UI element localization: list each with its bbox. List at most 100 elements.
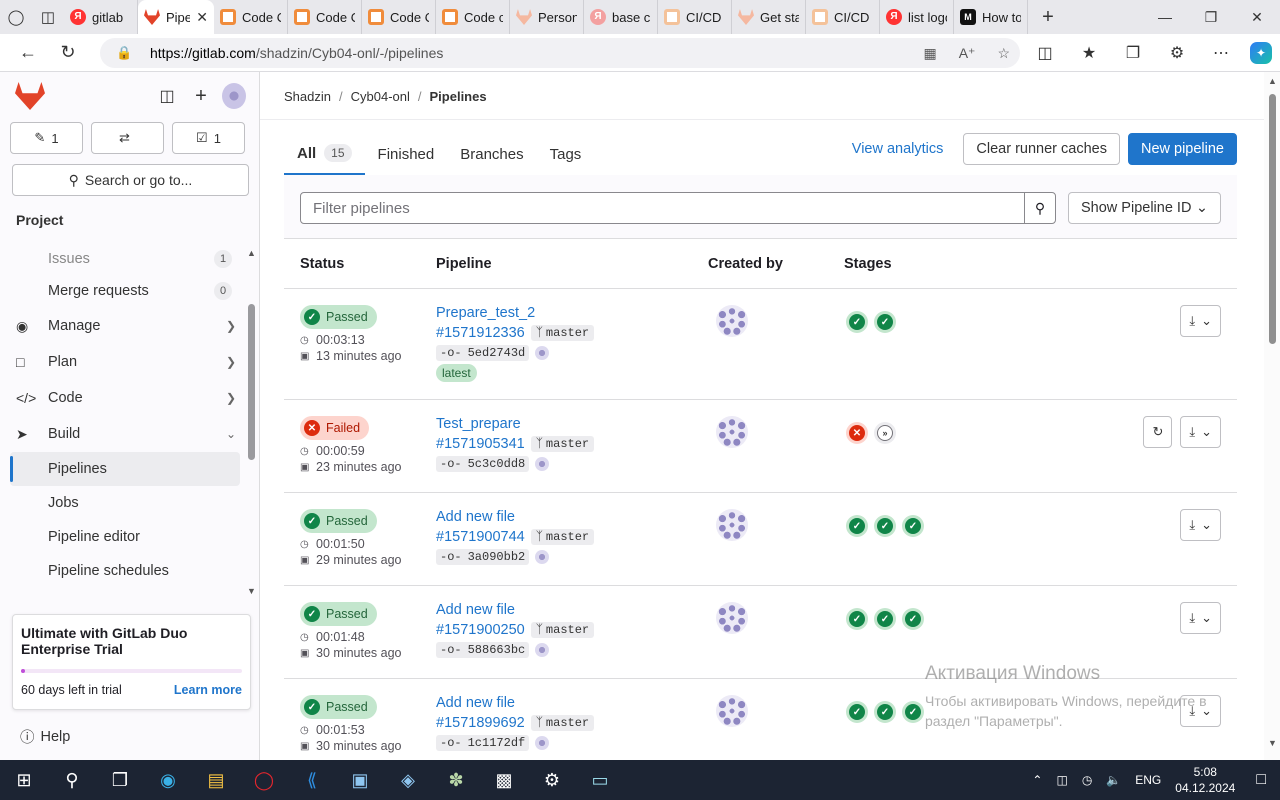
retry-button[interactable]: ↻ — [1143, 416, 1173, 448]
stage-success-icon[interactable]: ✓ — [874, 608, 896, 630]
download-artifacts-dropdown[interactable]: ⤓ ⌄ — [1180, 416, 1221, 448]
app-icon[interactable]: ▦ — [923, 45, 936, 62]
status-badge[interactable]: ✓ Passed — [300, 305, 377, 329]
language-indicator[interactable]: ENG — [1128, 773, 1168, 787]
network-icon[interactable]: ◫ — [1049, 773, 1074, 787]
tab-actions-icon[interactable]: ◫ — [32, 0, 64, 34]
more-menu-icon[interactable]: ⋯ — [1206, 38, 1236, 68]
browser-tab[interactable]: M How to — [954, 0, 1028, 34]
branch-badge[interactable]: ᛉ master — [530, 436, 595, 452]
browser-tab[interactable]: Code O — [288, 0, 362, 34]
browser-tab[interactable]: Code co — [436, 0, 510, 34]
filter-pipelines-input[interactable]: Filter pipelines — [300, 192, 1025, 224]
branch-badge[interactable]: ᛉ master — [530, 325, 595, 341]
pipeline-id-link[interactable]: #1571912336 — [436, 325, 525, 341]
commit-sha[interactable]: -o- 1c1172df — [436, 735, 530, 751]
commit-author-avatar[interactable] — [535, 457, 550, 471]
scrollbar-thumb[interactable] — [248, 304, 255, 460]
scroll-up-icon[interactable]: ▲ — [247, 248, 256, 258]
stage-success-icon[interactable]: ✓ — [902, 608, 924, 630]
scroll-down-icon[interactable]: ▼ — [1268, 738, 1277, 748]
show-pipeline-id-dropdown[interactable]: Show Pipeline ID ⌄ — [1068, 192, 1221, 224]
stage-success-icon[interactable]: ✓ — [846, 311, 868, 333]
new-tab-button[interactable]: + — [1028, 0, 1068, 34]
profile-icon[interactable]: ◯ — [0, 0, 32, 34]
sidebar-item-build[interactable]: ➤ Build ⌄ — [0, 416, 248, 452]
issues-count-button[interactable]: ✎ 1 — [10, 122, 83, 154]
app-icon[interactable]: ✽ — [432, 760, 480, 800]
branch-badge[interactable]: ᛉ master — [530, 715, 595, 731]
browser-tab[interactable]: CI/CD Y — [806, 0, 880, 34]
status-badge[interactable]: ✕ Failed — [300, 416, 370, 440]
commit-author-avatar[interactable] — [535, 550, 550, 564]
creator-avatar[interactable] — [716, 509, 748, 541]
commit-sha[interactable]: -o- 5ed2743d — [436, 345, 530, 361]
sidebar-item-pipeline-schedules[interactable]: Pipeline schedules — [0, 554, 248, 588]
notes-app-icon[interactable]: ▭ — [576, 760, 624, 800]
download-artifacts-dropdown[interactable]: ⤓ ⌄ — [1180, 602, 1221, 634]
browser-tab[interactable]: Яbase ci — [584, 0, 658, 34]
stage-success-icon[interactable]: ✓ — [874, 515, 896, 537]
commit-author-avatar[interactable] — [535, 643, 550, 657]
stage-success-icon[interactable]: ✓ — [902, 701, 924, 723]
status-badge[interactable]: ✓ Passed — [300, 509, 377, 533]
stage-success-icon[interactable]: ✓ — [874, 311, 896, 333]
restore-icon[interactable]: ❐ — [1188, 0, 1234, 34]
stage-success-icon[interactable]: ✓ — [846, 608, 868, 630]
sidebar-item-merge-requests[interactable]: Merge requests 0 — [0, 274, 248, 308]
scroll-up-icon[interactable]: ▲ — [1268, 76, 1277, 86]
pipeline-name-link[interactable]: Add new file — [436, 509, 515, 525]
learn-more-link[interactable]: Learn more — [174, 683, 242, 697]
close-tab-icon[interactable]: ✕ — [196, 9, 208, 26]
pipeline-id-link[interactable]: #1571899692 — [436, 715, 525, 731]
stage-failed-icon[interactable]: ✕ — [846, 422, 868, 444]
sidebar-item-code[interactable]: </> Code ❯ — [0, 380, 248, 416]
favorites-icon[interactable]: ★ — [1074, 38, 1104, 68]
clear-runner-caches-button[interactable]: Clear runner caches — [963, 133, 1120, 165]
extensions-icon[interactable]: ⚙ — [1162, 38, 1192, 68]
favorite-star-icon[interactable]: ☆ — [997, 45, 1010, 62]
commit-sha[interactable]: -o- 5c3c0dd8 — [436, 456, 530, 472]
search-button[interactable]: ⚲ — [1024, 192, 1056, 224]
breadcrumb-current[interactable]: Pipelines — [430, 89, 487, 104]
breadcrumb-link[interactable]: Shadzin — [284, 89, 331, 104]
tab-finished[interactable]: Finished — [365, 133, 448, 175]
stage-success-icon[interactable]: ✓ — [902, 515, 924, 537]
chevron-up-icon[interactable]: ⌃ — [1025, 773, 1049, 787]
terminal-icon[interactable]: ▩ — [480, 760, 528, 800]
todos-count-button[interactable]: ☑ 1 — [172, 122, 245, 154]
pipeline-id-link[interactable]: #1571905341 — [436, 436, 525, 452]
download-artifacts-dropdown[interactable]: ⤓ ⌄ — [1180, 305, 1221, 337]
sidebar-item-plan[interactable]: □ Plan ❯ — [0, 344, 248, 380]
pipeline-name-link[interactable]: Add new file — [436, 695, 515, 711]
commit-sha[interactable]: -o- 3a090bb2 — [436, 549, 530, 565]
read-aloud-icon[interactable]: A⁺ — [959, 45, 976, 62]
download-artifacts-dropdown[interactable]: ⤓ ⌄ — [1180, 509, 1221, 541]
pipeline-id-link[interactable]: #1571900250 — [436, 622, 525, 638]
search-icon[interactable]: ⚲ — [48, 760, 96, 800]
create-new-icon[interactable]: + — [189, 84, 213, 108]
tab-branches[interactable]: Branches — [447, 133, 536, 175]
sidebar-item-pipelines[interactable]: Pipelines — [10, 452, 240, 486]
virtualbox-icon[interactable]: ◈ — [384, 760, 432, 800]
pipeline-name-link[interactable]: Prepare_test_2 — [436, 305, 535, 321]
commit-sha[interactable]: -o- 588663bc — [436, 642, 530, 658]
collections-icon[interactable]: ❐ — [1118, 38, 1148, 68]
browser-tab[interactable]: CI/CD Y — [658, 0, 732, 34]
sidebar-item-issues[interactable]: Issues 1 — [0, 244, 248, 274]
stage-success-icon[interactable]: ✓ — [846, 701, 868, 723]
vscode-icon[interactable]: ⟪ — [288, 760, 336, 800]
creator-avatar[interactable] — [716, 416, 748, 448]
scroll-down-icon[interactable]: ▼ — [247, 586, 256, 596]
commit-author-avatar[interactable] — [535, 346, 550, 360]
refresh-icon[interactable]: ↻ — [48, 34, 88, 72]
creator-avatar[interactable] — [716, 695, 748, 727]
stage-success-icon[interactable]: ✓ — [874, 701, 896, 723]
sidebar-scrollbar[interactable]: ▲ ▼ — [246, 244, 258, 596]
image-viewer-icon[interactable]: ▣ — [336, 760, 384, 800]
file-explorer-icon[interactable]: ▤ — [192, 760, 240, 800]
pipeline-id-link[interactable]: #1571900744 — [436, 529, 525, 545]
page-scrollbar[interactable]: ▲ ▼ — [1264, 72, 1280, 760]
status-badge[interactable]: ✓ Passed — [300, 695, 377, 719]
browser-tab[interactable]: Get star — [732, 0, 806, 34]
